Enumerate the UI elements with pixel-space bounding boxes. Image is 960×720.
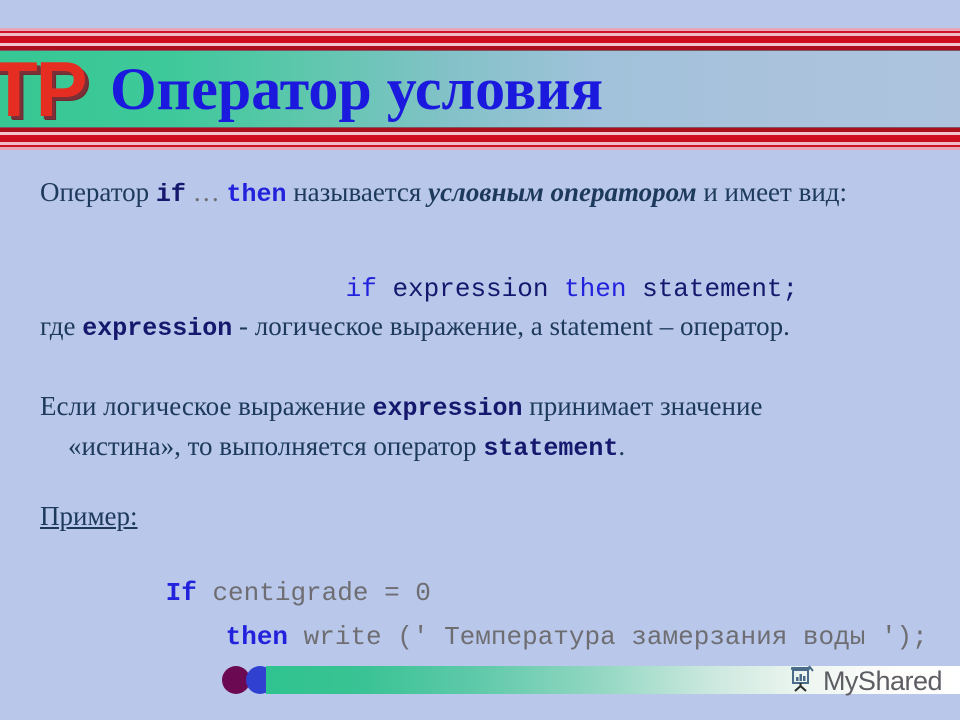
myshared-brand-text: MyShared [822,666,943,696]
syntax-expression: expression [376,274,565,304]
keyword-then-inline: then [226,180,287,209]
myshared-watermark: MyShared [787,664,943,699]
text-if-logic-expr: Если логическое выражение [40,391,373,421]
slide-title-banner: TP Оператор условия [0,28,960,150]
text-called: называется [286,177,429,207]
code-expression-2: expression [372,394,523,423]
syntax-keyword-then: then [564,274,627,304]
paragraph-definition: Оператор if … then называется условным о… [40,174,847,213]
text-takes-value: принимает значение [522,391,763,421]
paragraph-where: где expression - логическое выражение, a… [40,308,790,347]
text-operator-prefix: Оператор [40,177,156,207]
text-logic-expression-desc: - логическое выражение, a statement – оп… [232,311,790,341]
keyword-if-inline: if [155,180,186,209]
syntax-statement: statement; [626,274,799,304]
text-has-form: и имеет вид: [696,177,848,207]
text-where: где [40,311,83,341]
tp-logo: TP [0,45,88,133]
text-true-then-executes: «истина», то выполняется оператор [68,431,484,461]
paragraph-if-true-line2: «истина», то выполняется оператор statem… [68,428,625,467]
text-period: . [618,431,626,461]
code-statement-1: statement [483,434,619,463]
slide-canvas: TP Оператор условия Оператор if … then н… [0,0,960,720]
banner-top-stripes [0,28,960,51]
example-label: Пример: [40,498,138,534]
text-conditional-operator-emphasis: условным оператором [428,177,697,207]
paragraph-if-true-line1: Если логическое выражение expression при… [40,388,762,427]
syntax-keyword-if: if [345,274,377,304]
banner-bottom-stripes [0,127,960,150]
page-title: Оператор условия [110,56,604,122]
presentation-chart-icon [787,664,817,699]
text-ellipsis: … [185,177,227,207]
example-label-text: Пример: [40,501,138,531]
example-keyword-then: then [225,622,289,652]
code-expression-1: expression [82,314,233,343]
slide-footer: MyShared [0,662,960,698]
example-code-rest-2: write (' Температура замерзания воды '); [288,622,928,652]
stripe-b8 [0,147,960,150]
